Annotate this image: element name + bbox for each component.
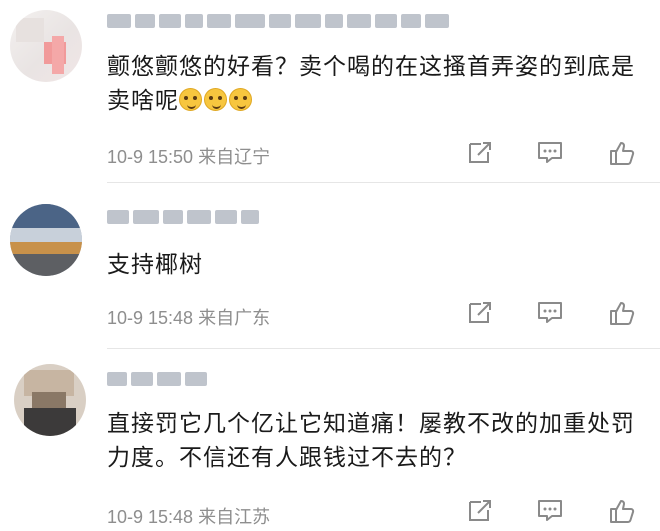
avatar[interactable] [10,204,82,276]
comment-icon [538,302,562,323]
like-button[interactable] [608,497,636,525]
comment-text: 直接罚它几个亿让它知道痛！屡教不改的加重处罚力度。不信还有人跟钱过不去的？ [107,411,635,471]
thumbs-up-icon [610,142,635,165]
comment-text: 支持椰树 [107,252,203,278]
comment-meta: 10-9 15:48 来自江苏 [107,507,271,527]
doge-emoji-icon [229,88,252,111]
thumbs-up-icon [610,302,635,325]
emoji-group [179,88,254,114]
reply-button[interactable] [536,139,564,167]
thumbs-up-icon [610,500,635,523]
share-icon [469,302,491,323]
username-blurred[interactable] [107,210,259,224]
comment-text: 颤悠颤悠的好看？卖个喝的在这搔首弄姿的到底是卖啥呢 [107,54,635,114]
username-blurred[interactable] [107,14,449,28]
avatar[interactable] [14,364,86,436]
like-button[interactable] [608,139,636,167]
reply-button[interactable] [536,497,564,525]
comment-icon [538,500,562,521]
doge-emoji-icon [204,88,227,111]
comment-meta: 10-9 15:50 来自辽宁 [107,147,271,167]
username-blurred[interactable] [107,372,207,386]
share-button[interactable] [466,139,494,167]
share-button[interactable] [466,299,494,327]
like-button[interactable] [608,299,636,327]
doge-emoji-icon [179,88,202,111]
reply-button[interactable] [536,299,564,327]
comment-meta: 10-9 15:48 来自广东 [107,308,271,328]
share-icon [469,500,491,521]
avatar[interactable] [10,10,82,82]
share-icon [469,142,491,163]
comment-icon [538,142,562,163]
share-button[interactable] [466,497,494,525]
